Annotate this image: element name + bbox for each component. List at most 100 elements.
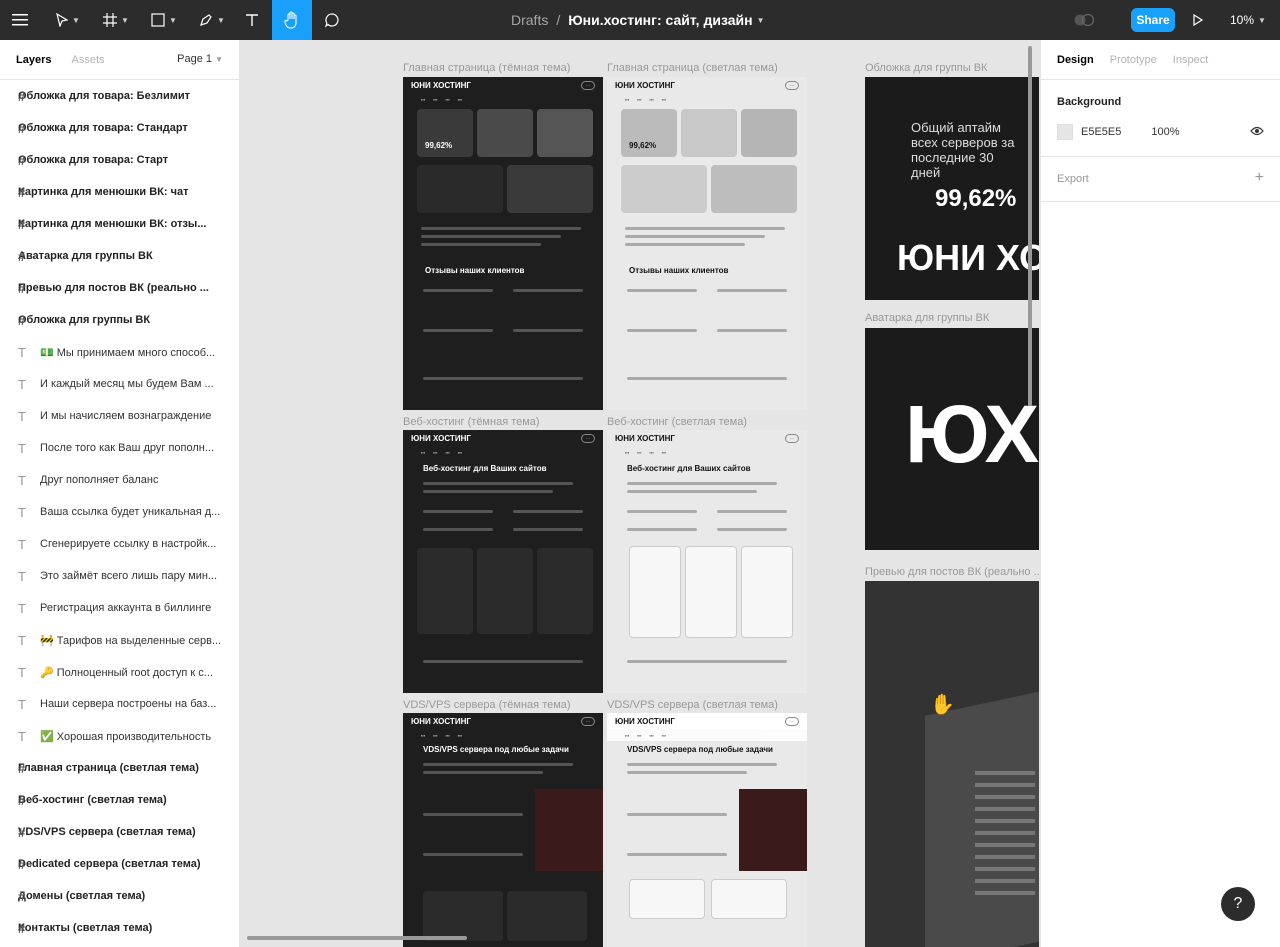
properties-panel: Design Prototype Inspect Background E5E5… — [1040, 40, 1280, 947]
canvas[interactable]: Главная страница (тёмная тема) Главная с… — [241, 40, 1039, 947]
layer-row[interactable]: # Веб-хостинг (светлая тема) — [0, 784, 239, 816]
tab-inspect[interactable]: Inspect — [1173, 54, 1208, 66]
layer-row[interactable]: T И каждый месяц мы будем Вам ... — [0, 368, 239, 400]
frame-label-web-light[interactable]: Веб-хостинг (светлая тема) — [607, 416, 747, 428]
eye-icon[interactable] — [1250, 126, 1264, 139]
background-hex[interactable]: E5E5E5 — [1081, 126, 1121, 138]
file-name[interactable]: Юни.хостинг: сайт, дизайн — [568, 12, 752, 28]
frame-label-home-light[interactable]: Главная страница (светлая тема) — [607, 62, 778, 74]
layer-row[interactable]: T 💵 Мы принимаем много способ... — [0, 336, 239, 368]
tab-assets[interactable]: Assets — [71, 54, 104, 66]
layer-row[interactable]: T И мы начисляем вознаграждение — [0, 400, 239, 432]
layer-name: Обложка для товара: Стандарт — [18, 122, 188, 134]
frame-label-vk-preview[interactable]: Превью для постов ВК (реально ... — [865, 566, 1039, 578]
multiplayer-icon[interactable] — [1070, 0, 1098, 40]
frame-nav: ▪▪▪ ▪▪▪ ▪▪▪ ▪▪▪ — [607, 729, 807, 741]
layer-row[interactable]: # Картинка для менюшки ВК: чат — [0, 176, 239, 208]
shape-tool-icon[interactable]: ▼ — [144, 0, 184, 40]
frame-label-vk-cover[interactable]: Обложка для группы ВК — [865, 62, 987, 74]
layer-row[interactable]: # Домены (светлая тема) — [0, 880, 239, 912]
layer-row[interactable]: # Обложка для группы ВК — [0, 304, 239, 336]
layer-row[interactable]: T Наши сервера построены на баз... — [0, 688, 239, 720]
comment-tool-icon[interactable] — [318, 0, 346, 40]
zoom-dropdown[interactable]: 10% ▼ — [1230, 0, 1266, 40]
layer-row[interactable]: T Сгенерируете ссылку в настройк... — [0, 528, 239, 560]
layer-row[interactable]: T ✅ Хорошая производительность — [0, 720, 239, 752]
layer-row[interactable]: # Dedicated сервера (светлая тема) — [0, 848, 239, 880]
layer-row[interactable]: T Ваша ссылка будет уникальная д... — [0, 496, 239, 528]
help-button[interactable]: ? — [1221, 887, 1255, 921]
layer-name: Наши сервера построены на баз... — [40, 698, 217, 710]
layer-row[interactable]: # Картинка для менюшки ВК: отзы... — [0, 208, 239, 240]
present-play-icon[interactable] — [1186, 0, 1210, 40]
hand-tool-icon[interactable] — [272, 0, 312, 40]
background-opacity[interactable]: 100% — [1151, 126, 1179, 138]
frame-web-light[interactable]: ЮНИ ХОСТИНГ ··· ▪▪▪ ▪▪▪ ▪▪▪ ▪▪▪ Веб-хостинг … — [607, 430, 807, 693]
layer-name: И мы начисляем вознаграждение — [40, 410, 212, 422]
frame-label-vk-avatar[interactable]: Аватарка для группы ВК — [865, 312, 989, 324]
frame-vds-light[interactable]: ЮНИ ХОСТИНГ ··· ▪▪▪ ▪▪▪ ▪▪▪ ▪▪▪ VDS/VPS серв… — [607, 713, 807, 947]
main-menu-icon[interactable] — [0, 0, 40, 40]
pen-tool-icon[interactable]: ▼ — [192, 0, 232, 40]
background-title: Background — [1057, 96, 1122, 108]
layer-name: ✅ Хорошая производительность — [40, 730, 212, 743]
layer-row[interactable]: T Регистрация аккаунта в биллинге — [0, 592, 239, 624]
text-line — [513, 289, 583, 292]
top-toolbar: ▼ ▼ ▼ ▼ Drafts / Юни.хостинг: сайт, диза… — [0, 0, 1280, 40]
layer-row[interactable]: # Обложка для товара: Старт — [0, 144, 239, 176]
canvas-scrollbar-vertical[interactable] — [1028, 46, 1032, 406]
chevron-down-icon[interactable]: ▼ — [757, 16, 765, 25]
frame-vk-avatar[interactable]: ЮХ — [865, 328, 1039, 550]
frame-tool-icon[interactable]: ▼ — [96, 0, 136, 40]
tariff-card — [423, 891, 503, 941]
frame-label-web-dark[interactable]: Веб-хостинг (тёмная тема) — [403, 416, 540, 428]
text-line — [513, 329, 583, 332]
breadcrumb-drafts[interactable]: Drafts — [511, 12, 548, 28]
frame-label-home-dark[interactable]: Главная страница (тёмная тема) — [403, 62, 570, 74]
text-line — [717, 329, 787, 332]
add-export-icon[interactable]: + — [1255, 169, 1264, 187]
share-button[interactable]: Share — [1131, 8, 1175, 32]
frame-home-light[interactable]: ЮНИ ХОСТИНГ ··· ▪▪▪ ▪▪▪ ▪▪▪ ▪▪▪ 99,62% Отзыв… — [607, 77, 807, 410]
page-selector[interactable]: Page 1 ▼ — [177, 53, 223, 65]
layer-row[interactable]: # VDS/VPS сервера (светлая тема) — [0, 816, 239, 848]
web-heading: Веб-хостинг для Ваших сайтов — [627, 464, 751, 473]
text-layer-icon: T — [18, 344, 26, 360]
canvas-scrollbar-horizontal[interactable] — [247, 936, 467, 940]
frame-header: ЮНИ ХОСТИНГ ··· — [607, 77, 807, 93]
move-tool-icon[interactable]: ▼ — [48, 0, 88, 40]
frame-vk-cover[interactable]: Общий аптайм всех серверов за последние … — [865, 77, 1039, 300]
layer-row[interactable]: # Обложка для товара: Стандарт — [0, 112, 239, 144]
layer-name: Веб-хостинг (светлая тема) — [18, 794, 167, 806]
color-swatch[interactable] — [1057, 124, 1073, 140]
tab-prototype[interactable]: Prototype — [1110, 54, 1157, 66]
layer-row[interactable]: T Это займёт всего лишь пару мин... — [0, 560, 239, 592]
text-line — [625, 227, 785, 230]
frame-vk-preview[interactable] — [865, 581, 1039, 947]
layer-row[interactable]: # Обложка для товара: Безлимит — [0, 80, 239, 112]
promo-card — [537, 109, 593, 157]
frame-home-dark[interactable]: ЮНИ ХОСТИНГ ··· ▪▪▪ ▪▪▪ ▪▪▪ ▪▪▪ 99,62% Отзыв… — [403, 77, 603, 410]
frame-label-vds-light[interactable]: VDS/VPS сервера (светлая тема) — [607, 699, 778, 711]
layer-row[interactable]: # Превью для постов ВК (реально ... — [0, 272, 239, 304]
layer-row[interactable]: T 🚧 Тарифов на выделенные серв... — [0, 624, 239, 656]
frame-vds-dark[interactable]: ЮНИ ХОСТИНГ ··· ▪▪▪ ▪▪▪ ▪▪▪ ▪▪▪ VDS/VPS серв… — [403, 713, 603, 947]
layer-row[interactable]: # Аватарка для группы ВК — [0, 240, 239, 272]
page-name: Page 1 — [177, 53, 213, 65]
text-layer-icon: T — [18, 536, 26, 552]
server-rack-vents — [975, 771, 1035, 901]
frame-label-vds-dark[interactable]: VDS/VPS сервера (тёмная тема) — [403, 699, 571, 711]
frame-web-dark[interactable]: ЮНИ ХОСТИНГ ··· ▪▪▪ ▪▪▪ ▪▪▪ ▪▪▪ Веб-хостинг … — [403, 430, 603, 693]
text-tool-icon[interactable] — [238, 0, 266, 40]
frame-pill: ··· — [785, 716, 799, 726]
layer-row[interactable]: T Друг пополняет баланс — [0, 464, 239, 496]
tab-layers[interactable]: Layers — [16, 54, 51, 66]
frame-header: ЮНИ ХОСТИНГ ··· — [403, 77, 603, 93]
tab-design[interactable]: Design — [1057, 54, 1094, 66]
layer-name: Обложка для товара: Безлимит — [18, 90, 191, 102]
layer-row[interactable]: # Главная страница (светлая тема) — [0, 752, 239, 784]
layer-row[interactable]: T 🔑 Полноценный root доступ к с... — [0, 656, 239, 688]
layer-name: Картинка для менюшки ВК: чат — [18, 186, 189, 198]
layer-row[interactable]: # Контакты (светлая тема) — [0, 912, 239, 944]
layer-row[interactable]: T После того как Ваш друг пополн... — [0, 432, 239, 464]
